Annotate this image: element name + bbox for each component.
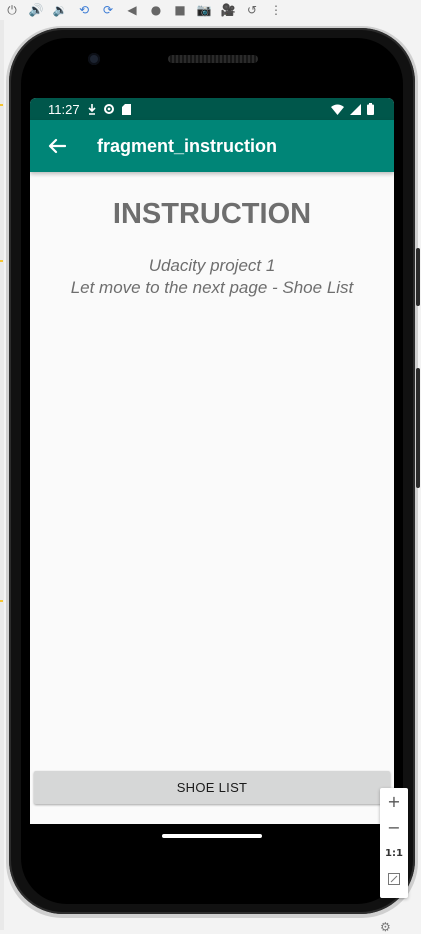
emulator-toolbar: ⏻ 🔊 🔉 ⟲ ⟳ ◀ ● ■ 📷 🎥 ↺ ⋮ [0, 0, 421, 20]
signal-icon [350, 103, 361, 115]
actual-size-button[interactable]: 1:1 [380, 840, 408, 866]
camera-icon[interactable]: 📷 [192, 0, 216, 20]
side-button-power[interactable] [416, 248, 420, 306]
left-edge-strip [0, 20, 4, 930]
shoe-list-button[interactable]: SHOE LIST [34, 771, 390, 804]
left-edge-marker [0, 600, 3, 602]
battery-icon [367, 103, 374, 115]
power-icon[interactable]: ⏻ [0, 0, 24, 20]
earpiece-speaker [168, 55, 258, 63]
sd-card-icon [121, 103, 131, 115]
zoom-in-button[interactable]: + [380, 788, 408, 814]
wifi-icon [331, 104, 344, 115]
status-time: 11:27 [48, 101, 80, 117]
home-gesture-pill[interactable] [162, 834, 262, 838]
left-edge-marker [0, 104, 3, 106]
front-camera [88, 53, 100, 65]
system-nav-bar [30, 824, 394, 854]
zoom-controls: + − 1:1 [380, 788, 408, 898]
side-button-volume[interactable] [416, 368, 420, 488]
instruction-line-2: Let move to the next page - Shoe List [70, 278, 354, 297]
gear-icon[interactable]: ⚙ [380, 920, 391, 934]
device-screen: 11:27 fragment_instruction INSTRUCTION U… [30, 98, 394, 824]
zoom-out-button[interactable]: − [380, 814, 408, 840]
snapshot-icon[interactable]: ↺ [240, 0, 264, 20]
fit-screen-button[interactable] [380, 866, 408, 892]
instruction-heading: INSTRUCTION [112, 198, 312, 230]
navigate-up-button[interactable] [44, 133, 70, 159]
app-bar-title: fragment_instruction [97, 135, 278, 156]
back-icon[interactable]: ◀ [120, 0, 144, 20]
app-bar: fragment_instruction [30, 120, 394, 172]
download-icon [88, 103, 96, 115]
rotate-right-icon[interactable]: ⟳ [96, 0, 120, 20]
status-bar: 11:27 [30, 98, 394, 120]
instruction-line-1: Udacity project 1 [148, 256, 276, 275]
volume-up-icon[interactable]: 🔊 [24, 0, 48, 20]
overview-icon[interactable]: ■ [168, 0, 192, 20]
arrow-back-icon [48, 138, 66, 154]
home-icon[interactable]: ● [144, 0, 168, 20]
settings-icon [103, 104, 114, 114]
left-edge-marker [0, 260, 3, 262]
volume-down-icon[interactable]: 🔉 [48, 0, 72, 20]
video-icon[interactable]: 🎥 [216, 0, 240, 20]
rotate-left-icon[interactable]: ⟲ [72, 0, 96, 20]
more-icon[interactable]: ⋮ [264, 0, 288, 20]
fit-screen-icon [388, 873, 400, 885]
